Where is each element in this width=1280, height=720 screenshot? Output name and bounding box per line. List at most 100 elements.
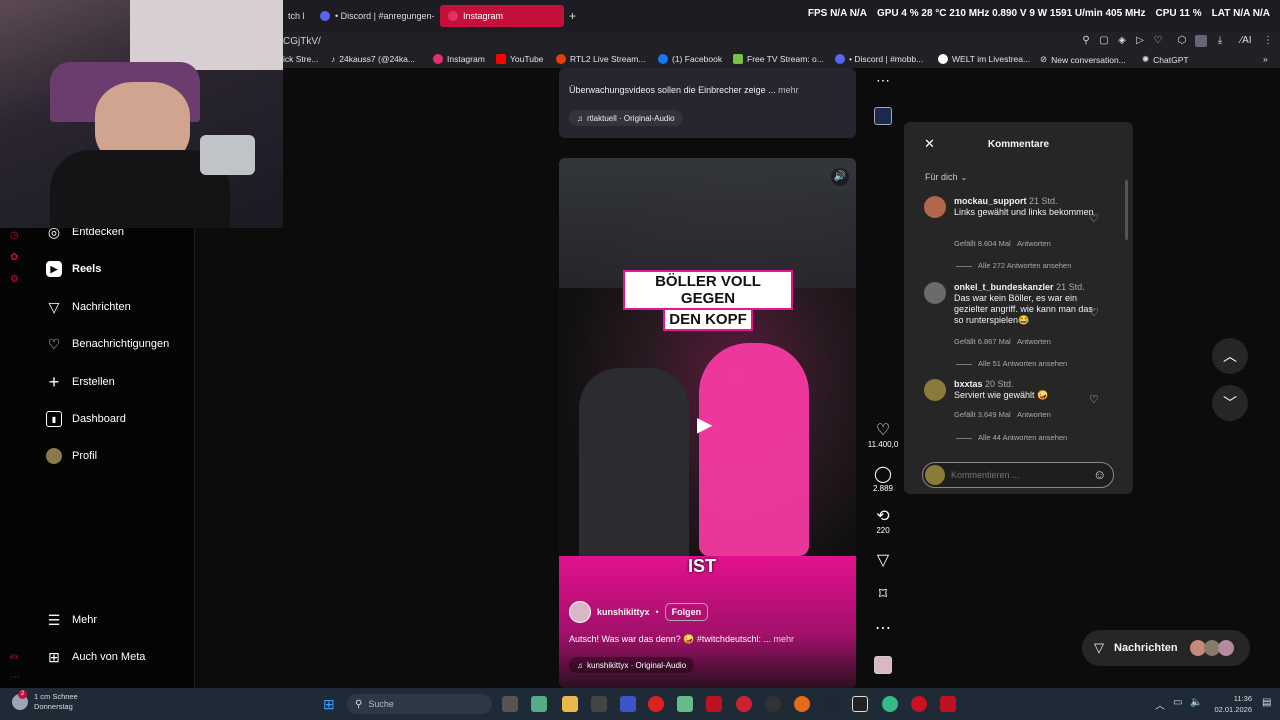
like-button[interactable]: ♡ 11.400,0: [866, 422, 900, 449]
next-reel-button[interactable]: ﹀: [1212, 385, 1248, 421]
filter-label: Für dich: [925, 172, 958, 182]
volume-icon[interactable]: 🔈: [1190, 697, 1202, 708]
reel-more-link[interactable]: mehr: [773, 634, 794, 644]
app-icon[interactable]: [531, 696, 547, 712]
notifications-icon[interactable]: ▤: [1262, 697, 1271, 708]
save-button[interactable]: ⌑: [866, 586, 900, 604]
emoji-icon[interactable]: ☺: [1093, 467, 1106, 482]
messages-pill[interactable]: ▽ Nachrichten: [1082, 630, 1250, 666]
folder-icon[interactable]: [562, 696, 578, 712]
sidebar-item-mehr[interactable]: ☰ Mehr: [46, 612, 97, 628]
bookmark-item[interactable]: RTL2 Live Stream...: [556, 54, 645, 64]
sidebar-item-nachrichten[interactable]: ▽ Nachrichten: [46, 299, 131, 315]
app-icon[interactable]: [736, 696, 752, 712]
bookmarks-overflow-icon[interactable]: »: [1263, 54, 1268, 64]
share-button[interactable]: ▽: [866, 552, 900, 570]
steam-icon[interactable]: [823, 696, 839, 712]
volume-icon[interactable]: 🔊: [831, 168, 849, 186]
taskbar-search[interactable]: ⚲ Suche: [347, 694, 492, 714]
comment-username[interactable]: bxxtas: [954, 379, 983, 389]
prev-more-link[interactable]: mehr: [778, 85, 799, 95]
comment-username[interactable]: onkel_t_bundeskanzler: [954, 282, 1054, 292]
tab-instagram[interactable]: Instagram: [440, 5, 564, 27]
heart-icon[interactable]: ♡: [1089, 393, 1099, 406]
sidebar-item-dashboard[interactable]: ▮ Dashboard: [46, 411, 126, 427]
windows-start-icon[interactable]: ⊞: [323, 696, 335, 713]
avatar[interactable]: [924, 196, 946, 218]
download-icon[interactable]: ⤓: [1214, 35, 1226, 47]
reply-button[interactable]: Antworten: [1017, 410, 1051, 419]
app-icon[interactable]: [765, 696, 781, 712]
bookmark-item[interactable]: ♪ 24kauss7 (@24ka...: [331, 54, 415, 64]
bookmark-item[interactable]: Instagram: [433, 54, 485, 64]
new-tab-button[interactable]: +: [566, 5, 582, 27]
scrollbar[interactable]: [1125, 170, 1129, 446]
opera-gx-icon[interactable]: [648, 696, 664, 712]
tab-discord[interactable]: • Discord | #anregungen-: [312, 5, 436, 27]
ai-icon[interactable]: ⁄AI: [1236, 35, 1256, 47]
sidebar-item-meta[interactable]: ⊞ Auch von Meta: [46, 649, 145, 665]
previous-reel-button[interactable]: ︿: [1212, 338, 1248, 374]
play-icon[interactable]: ▶: [697, 412, 712, 437]
sidebar-item-profil[interactable]: Profil: [46, 448, 97, 464]
prev-audio[interactable]: ♫ rtlaktuell · Original-Audio: [569, 110, 683, 126]
bookmark-item[interactable]: ⊘ New conversation...: [1040, 54, 1126, 65]
view-replies-button[interactable]: Alle 51 Antworten ansehen: [956, 359, 1067, 368]
task-view-icon[interactable]: [502, 696, 518, 712]
menu-dots-icon[interactable]: ⋮: [1262, 35, 1274, 47]
mouse-app-icon[interactable]: [591, 696, 607, 712]
sidebar-item-reels[interactable]: ▶ Reels: [46, 261, 101, 277]
avatar[interactable]: [924, 282, 946, 304]
profile-icon[interactable]: [1195, 35, 1207, 47]
shield-icon[interactable]: ◈: [1116, 35, 1128, 47]
heart-icon[interactable]: ♡: [1089, 212, 1099, 225]
more-options-button[interactable]: ⋯: [866, 620, 900, 638]
extensions-icon[interactable]: ⬡: [1176, 35, 1188, 47]
previous-reel-card[interactable]: Überwachungsvideos sollen die Einbrecher…: [559, 68, 856, 138]
bookmark-item[interactable]: • Discord | #mobb...: [835, 54, 923, 64]
app-icon[interactable]: [677, 696, 693, 712]
heart-outline-icon[interactable]: ♡: [1152, 35, 1164, 47]
network-icon[interactable]: ▭: [1173, 697, 1182, 708]
bookmark-item[interactable]: (1) Facebook: [658, 54, 722, 64]
reply-button[interactable]: Antworten: [1017, 239, 1051, 248]
sidebar-item-benachrichtigungen[interactable]: ♡ Benachrichtigungen: [46, 336, 170, 352]
follow-button[interactable]: Folgen: [664, 603, 709, 621]
avatar[interactable]: [924, 379, 946, 401]
heart-icon[interactable]: ♡: [1089, 306, 1099, 319]
chrome-icon[interactable]: [882, 696, 898, 712]
bookmark-item[interactable]: WELT im Livestrea...: [938, 54, 1030, 64]
reel-username[interactable]: kunshikittyx: [597, 607, 650, 617]
pin-icon[interactable]: ⚲: [1080, 35, 1092, 47]
audio-thumbnail[interactable]: [866, 656, 900, 676]
comment-button[interactable]: ◯ 2.889: [866, 466, 900, 493]
url-text[interactable]: CGjTkV/: [283, 36, 321, 47]
screenshot-icon[interactable]: ▢: [1098, 35, 1110, 47]
comment-username[interactable]: mockau_support: [954, 196, 1027, 206]
scrollbar-thumb[interactable]: [1125, 180, 1128, 240]
tray-overflow-icon[interactable]: ︿: [1155, 697, 1165, 712]
reply-button[interactable]: Antworten: [1017, 337, 1051, 346]
repost-button[interactable]: ⟲ 220: [866, 508, 900, 535]
sidebar-item-erstellen[interactable]: + Erstellen: [46, 372, 115, 392]
tab-twitch[interactable]: tch l: [280, 5, 310, 27]
play-icon[interactable]: ▷: [1134, 35, 1146, 47]
bookmark-item[interactable]: ✺ ChatGPT: [1142, 54, 1189, 65]
app-icon[interactable]: [940, 696, 956, 712]
avatar[interactable]: [569, 601, 591, 623]
reel-audio[interactable]: ♫ kunshikittyx · Original-Audio: [569, 657, 695, 673]
view-replies-button[interactable]: Alle 272 Antworten ansehen: [956, 261, 1071, 270]
epic-games-icon[interactable]: [852, 696, 868, 712]
app-icon[interactable]: [706, 696, 722, 712]
bookmark-item[interactable]: ick Stre...: [283, 54, 318, 64]
reel-video[interactable]: 🔊 BÖLLER VOLL GEGEN DEN KOPF ▶ IST kunsh…: [559, 158, 856, 688]
comment-input[interactable]: [951, 466, 1081, 484]
comments-filter[interactable]: Für dich ⌄: [925, 172, 967, 182]
clock[interactable]: 11:36 02.01.2026: [1208, 693, 1252, 715]
opera-icon[interactable]: [911, 696, 927, 712]
bookmark-item[interactable]: Free TV Stream: o...: [733, 54, 824, 64]
v-app-icon[interactable]: [620, 696, 636, 712]
app-icon[interactable]: [794, 696, 810, 712]
bookmark-item[interactable]: YouTube: [496, 54, 543, 64]
view-replies-button[interactable]: Alle 44 Antworten ansehen: [956, 433, 1067, 442]
